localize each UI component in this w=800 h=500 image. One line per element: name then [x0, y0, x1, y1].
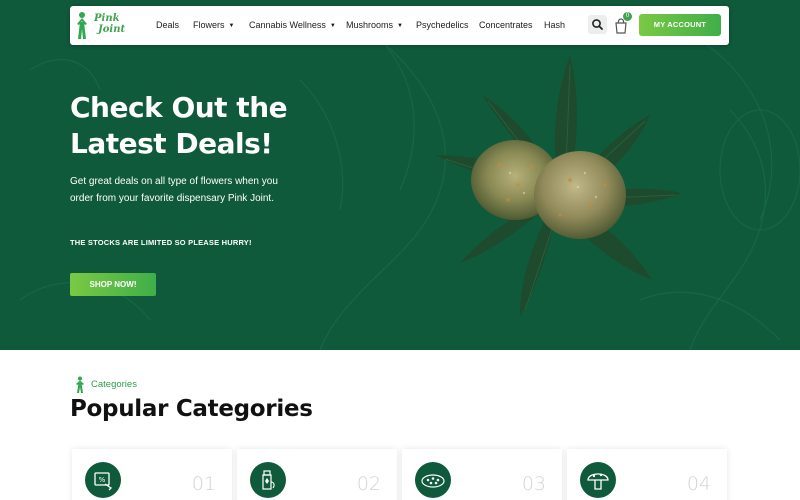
nav-item-psychedelics[interactable]: Psychedelics [416, 20, 469, 32]
category-number: 01 [191, 473, 216, 495]
deals-icon: % [85, 462, 121, 498]
category-card-2[interactable]: 02 [237, 449, 397, 500]
search-button[interactable] [588, 15, 607, 34]
hero-title: Check Out the Latest Deals! [70, 91, 288, 160]
category-number: 02 [356, 473, 381, 495]
main-navbar: Pink Joint Deals Flowers ▼ Cannabis Welln… [70, 6, 729, 45]
caret-down-icon: ▼ [397, 23, 403, 29]
category-number: 04 [686, 473, 711, 495]
caret-down-icon: ▼ [228, 23, 235, 29]
cannabis-bud-image [435, 55, 682, 317]
hero-stock-notice: THE STOCKS ARE LIMITED SO PLEASE HURRY! [70, 238, 252, 247]
logo-figure-icon [76, 376, 84, 393]
categories-heading: Popular Categories [70, 396, 313, 422]
nav-item-concentrates[interactable]: Concentrates [479, 20, 533, 32]
logo-figure-icon [77, 12, 87, 39]
categories-eyebrow-label: Categories [91, 379, 137, 390]
shop-now-button[interactable]: SHOP NOW! [70, 273, 156, 296]
nav-item-label: Cannabis Wellness [249, 20, 326, 30]
nav-item-flowers[interactable]: Flowers ▼ [193, 20, 234, 32]
pink-joint-logo[interactable]: Pink Joint [74, 10, 130, 42]
caret-down-icon: ▼ [329, 23, 336, 29]
svg-text:%: % [99, 476, 106, 484]
flower-icon [415, 462, 451, 498]
category-number: 03 [521, 473, 546, 495]
nav-item-hash[interactable]: Hash [544, 20, 565, 32]
my-account-button[interactable]: MY ACCOUNT [639, 14, 721, 36]
bottle-icon [250, 462, 286, 498]
hero-banner: Pink Joint Deals Flowers ▼ Cannabis Welln… [0, 0, 800, 350]
cart-button[interactable]: 0 [614, 12, 632, 35]
nav-item-cannabis-wellness[interactable]: Cannabis Wellness ▼ [249, 20, 336, 32]
category-card-3[interactable]: 03 [402, 449, 562, 500]
nav-item-label: Flowers [193, 20, 225, 30]
nav-item-mushrooms[interactable]: Mushrooms ▼ [346, 20, 403, 32]
cart-count-badge: 0 [623, 12, 632, 21]
category-card-4[interactable]: 04 [567, 449, 727, 500]
search-icon [592, 19, 603, 30]
category-card-1[interactable]: % 01 [72, 449, 232, 500]
mushroom-icon [580, 462, 616, 498]
nav-item-label: Mushrooms [346, 20, 394, 30]
hero-description: Get great deals on all type of flowers w… [70, 176, 278, 204]
logo-text: Pink Joint [94, 13, 126, 35]
nav-item-deals[interactable]: Deals [156, 20, 179, 32]
